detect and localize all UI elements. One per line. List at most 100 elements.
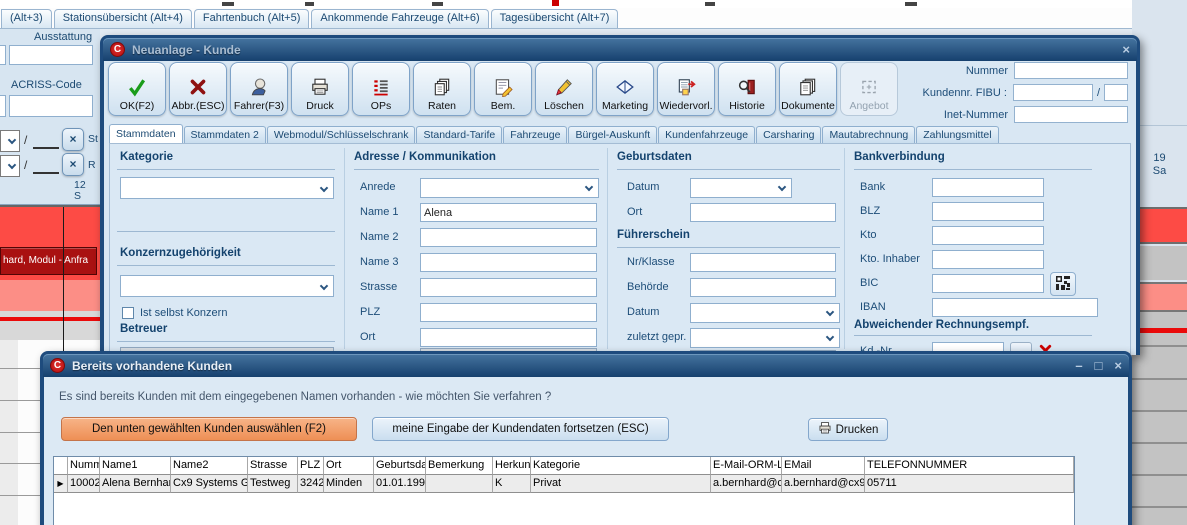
- tab-fahrzeuge[interactable]: Fahrzeuge: [503, 126, 567, 143]
- toolbar-button-l-schen[interactable]: Löschen: [535, 62, 593, 116]
- tab-stammdaten-2[interactable]: Stammdaten 2: [184, 126, 266, 143]
- input-nr-klasse[interactable]: [690, 253, 836, 272]
- clear-row-button[interactable]: ×: [62, 128, 84, 151]
- table-cell-numme[interactable]: 10002: [68, 475, 100, 493]
- ausstattung-input[interactable]: [9, 45, 93, 65]
- toolbar-button-raten[interactable]: Raten: [413, 62, 471, 116]
- table-header-herkunf[interactable]: Herkunf: [493, 457, 531, 475]
- inet-nummer-input[interactable]: [1014, 106, 1128, 123]
- underline-input[interactable]: [33, 157, 59, 174]
- table-header-numme[interactable]: Numme: [68, 457, 100, 475]
- input-ort[interactable]: [420, 328, 597, 347]
- table-header-name2[interactable]: Name2: [171, 457, 248, 475]
- clipped-select[interactable]: [0, 130, 20, 152]
- select-datum[interactable]: [690, 178, 792, 198]
- tab-stammdaten[interactable]: Stammdaten: [109, 124, 183, 143]
- table-cell-e-mail-orm-lo[interactable]: a.bernhard@cx: [711, 475, 782, 493]
- tab-zahlungsmittel[interactable]: Zahlungsmittel: [916, 126, 998, 143]
- select-existing-customer-button[interactable]: Den unten gewählten Kunden auswählen (F2…: [61, 417, 357, 441]
- input-bic[interactable]: [932, 274, 1044, 293]
- table-row[interactable]: ▶10002Alena BernhardCx9 Systems GmTestwe…: [54, 475, 1074, 493]
- kundennr-fibu-input[interactable]: [1013, 84, 1093, 101]
- toolbar-button-angebot[interactable]: Angebot: [840, 62, 898, 116]
- background-tab-tages-bersicht-alt-7[interactable]: Tagesübersicht (Alt+7): [491, 9, 619, 28]
- underline-input[interactable]: [33, 132, 59, 149]
- toolbar-button-ok-f2[interactable]: OK(F2): [108, 62, 166, 116]
- table-cell-name1[interactable]: Alena Bernhard: [100, 475, 171, 493]
- continue-entry-button[interactable]: meine Eingabe der Kundendaten fortsetzen…: [372, 417, 669, 441]
- table-header-ort[interactable]: Ort: [324, 457, 374, 475]
- input-name-1[interactable]: [420, 203, 597, 222]
- table-cell-bemerkung[interactable]: [426, 475, 493, 493]
- table-header-plz[interactable]: PLZ: [298, 457, 324, 475]
- table-cell-strasse[interactable]: Testweg: [248, 475, 298, 493]
- input-iban[interactable]: [932, 298, 1098, 317]
- close-icon[interactable]: ×: [1122, 42, 1130, 58]
- kundennr-fibu-suffix-input[interactable]: [1104, 84, 1128, 101]
- bic-qr-button[interactable]: [1050, 272, 1076, 296]
- kategorie-select[interactable]: [120, 177, 334, 199]
- ist-selbst-konzern-checkbox[interactable]: [122, 307, 134, 319]
- close-icon[interactable]: ×: [1114, 358, 1122, 374]
- clear-row-button[interactable]: ×: [62, 153, 84, 176]
- table-cell-name2[interactable]: Cx9 Systems Gm: [171, 475, 248, 493]
- tab-carsharing[interactable]: Carsharing: [756, 126, 821, 143]
- table-cell-herkunf[interactable]: K: [493, 475, 531, 493]
- clipped-select[interactable]: [0, 155, 20, 177]
- input-bank[interactable]: [932, 178, 1044, 197]
- tab-mautabrechnung[interactable]: Mautabrechnung: [822, 126, 915, 143]
- background-tab-fahrtenbuch-alt-5[interactable]: Fahrtenbuch (Alt+5): [194, 9, 310, 28]
- table-header-e-mail-orm-lo[interactable]: E-Mail-ORM-Lo: [711, 457, 782, 475]
- select-anrede[interactable]: [420, 178, 599, 198]
- nummer-input[interactable]: [1014, 62, 1128, 79]
- input-beh-rde[interactable]: [690, 278, 836, 297]
- title-bar[interactable]: C Neuanlage - Kunde ×: [103, 38, 1137, 61]
- acriss-code-input[interactable]: [9, 95, 93, 117]
- table-cell-kategorie[interactable]: Privat: [531, 475, 711, 493]
- background-tab-alt-3[interactable]: (Alt+3): [1, 9, 52, 28]
- table-cell-plz[interactable]: 3242!: [298, 475, 324, 493]
- background-tab-ankommende-fahrzeuge-alt-6[interactable]: Ankommende Fahrzeuge (Alt+6): [311, 9, 488, 28]
- table-header-geburtsdat[interactable]: Geburtsdat: [374, 457, 426, 475]
- toolbar-button-druck[interactable]: Druck: [291, 62, 349, 116]
- table-header-strasse[interactable]: Strasse: [248, 457, 298, 475]
- input-strasse[interactable]: [420, 278, 597, 297]
- maximize-icon[interactable]: □: [1095, 358, 1103, 374]
- toolbar-button-fahrer-f3[interactable]: Fahrer(F3): [230, 62, 288, 116]
- table-header-email[interactable]: EMail: [782, 457, 865, 475]
- select-datum[interactable]: [690, 303, 840, 323]
- toolbar-button-dokumente[interactable]: Dokumente: [779, 62, 837, 116]
- konzern-select[interactable]: [120, 275, 334, 297]
- toolbar-button-abbr-esc[interactable]: Abbr.(ESC): [169, 62, 227, 116]
- table-cell-geburtsdat[interactable]: 01.01.1990: [374, 475, 426, 493]
- tab-b-rgel-auskunft[interactable]: Bürgel-Auskunft: [568, 126, 657, 143]
- table-header-telefonnummer[interactable]: TELEFONNUMMER: [865, 457, 1074, 475]
- input-kto[interactable]: [932, 226, 1044, 245]
- table-header-bemerkung[interactable]: Bemerkung: [426, 457, 493, 475]
- input-kto-inhaber[interactable]: [932, 250, 1044, 269]
- tab-standard-tarife[interactable]: Standard-Tarife: [416, 126, 502, 143]
- toolbar-button-marketing[interactable]: Marketing: [596, 62, 654, 116]
- tab-kundenfahrzeuge[interactable]: Kundenfahrzeuge: [658, 126, 755, 143]
- input-ort[interactable]: [690, 203, 836, 222]
- print-button[interactable]: Drucken: [808, 418, 888, 441]
- table-cell-ort[interactable]: Minden: [324, 475, 374, 493]
- input-plz[interactable]: [420, 303, 597, 322]
- input-name-3[interactable]: [420, 253, 597, 272]
- background-tab-stations-bersicht-alt-4[interactable]: Stationsübersicht (Alt+4): [54, 9, 192, 28]
- tab-webmodul-schl-sselschrank[interactable]: Webmodul/Schlüsselschrank: [267, 126, 416, 143]
- table-header-name1[interactable]: Name1: [100, 457, 171, 475]
- minimize-icon[interactable]: –: [1075, 358, 1082, 374]
- toolbar-button-ops[interactable]: OPs: [352, 62, 410, 116]
- select-zuletzt-gepr[interactable]: [690, 328, 840, 348]
- input-name-2[interactable]: [420, 228, 597, 247]
- toolbar-button-historie[interactable]: Historie: [718, 62, 776, 116]
- table-cell-email[interactable]: a.bernhard@cx9.c: [782, 475, 865, 493]
- table-cell-telefonnummer[interactable]: 05711: [865, 475, 1074, 493]
- title-bar[interactable]: C Bereits vorhandene Kunden – □ ×: [43, 354, 1129, 377]
- booking-bar[interactable]: hard, Modul - Anfra: [0, 247, 97, 275]
- table-header-kategorie[interactable]: Kategorie: [531, 457, 711, 475]
- input-blz[interactable]: [932, 202, 1044, 221]
- toolbar-button-wiedervorl[interactable]: Wiedervorl.: [657, 62, 715, 116]
- toolbar-button-bem[interactable]: Bem.: [474, 62, 532, 116]
